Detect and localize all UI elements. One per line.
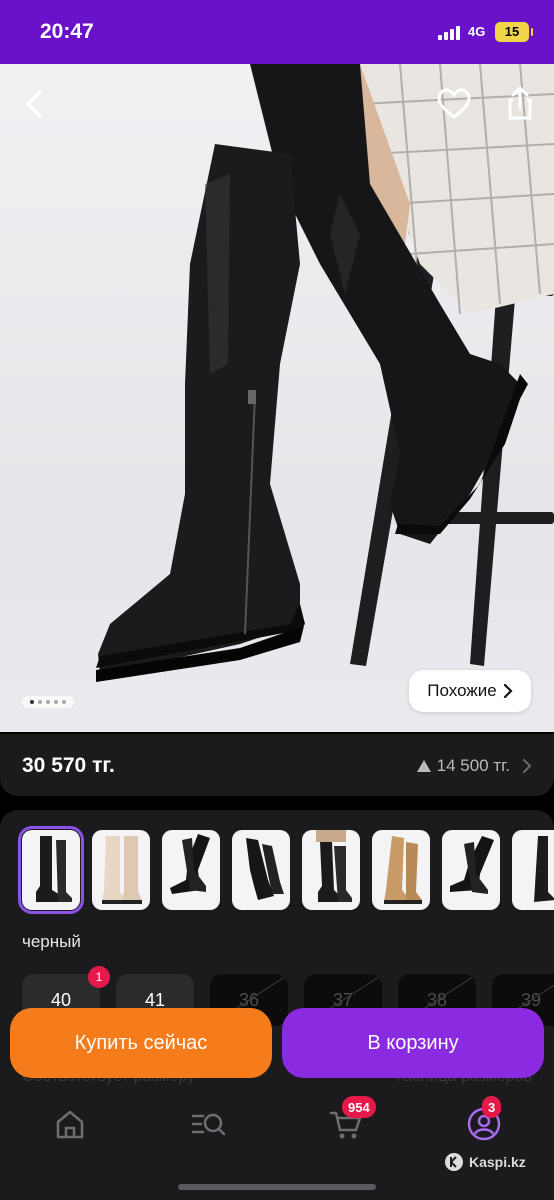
pagination-dot	[62, 700, 66, 704]
chevron-right-icon	[523, 759, 532, 773]
color-thumbnails	[18, 826, 554, 914]
share-icon	[508, 86, 532, 120]
nav-cart[interactable]: 954	[328, 1096, 376, 1142]
similar-label: Похожие	[427, 681, 497, 700]
price-card: 30 570 тг. 14 500 тг.	[0, 734, 554, 796]
image-pagination	[22, 696, 74, 708]
favorite-button[interactable]	[434, 84, 474, 124]
buy-now-button[interactable]: Купить сейчас	[10, 1008, 272, 1078]
product-price: 30 570 тг.	[22, 754, 115, 777]
similar-products-button[interactable]: Похожие	[409, 670, 531, 712]
color-thumbnail[interactable]	[372, 830, 430, 910]
installment-value: 14 500 тг.	[436, 756, 510, 775]
back-button[interactable]	[16, 84, 56, 124]
pagination-dot	[46, 700, 50, 704]
kaspi-watermark: Kaspi.kz	[444, 1152, 526, 1172]
home-indicator	[178, 1184, 376, 1190]
chevron-right-icon	[503, 684, 513, 698]
pagination-dot	[38, 700, 42, 704]
profile-notification-badge: 3	[482, 1096, 502, 1118]
pagination-dot	[54, 700, 58, 704]
color-thumbnail[interactable]	[302, 830, 360, 910]
share-button[interactable]	[500, 84, 540, 124]
size-count-badge: 1	[88, 966, 110, 988]
selected-color-label: черный	[22, 932, 81, 951]
nav-catalog[interactable]	[190, 1106, 226, 1142]
cart-count-badge: 954	[342, 1096, 376, 1118]
add-to-cart-button[interactable]: В корзину	[282, 1008, 544, 1078]
home-icon	[56, 1110, 84, 1139]
nav-home[interactable]	[52, 1106, 88, 1142]
color-thumbnail[interactable]	[18, 826, 84, 914]
boot-photo	[96, 64, 554, 682]
status-time: 20:47	[40, 20, 94, 43]
watermark-text: Kaspi.kz	[469, 1154, 526, 1170]
battery-icon: 15	[495, 22, 533, 42]
product-image[interactable]: Похожие	[0, 64, 554, 732]
pagination-dot	[30, 700, 34, 704]
catalog-search-icon	[191, 1113, 226, 1136]
color-thumbnail[interactable]	[162, 830, 220, 910]
color-thumbnail[interactable]	[512, 830, 554, 910]
color-thumbnail[interactable]	[442, 830, 500, 910]
heart-icon	[437, 88, 471, 119]
nav-profile[interactable]: 3	[466, 1096, 502, 1142]
kaspi-logo-icon	[445, 1153, 463, 1171]
network-type: 4G	[468, 24, 486, 39]
status-bar: 20:47 4G 15	[0, 0, 554, 64]
triangle-up-icon	[416, 760, 431, 772]
color-thumbnail[interactable]	[92, 830, 150, 910]
color-thumbnail[interactable]	[232, 830, 290, 910]
installment-link[interactable]: 14 500 тг.	[416, 756, 532, 776]
chevron-left-icon	[26, 90, 42, 118]
cellular-signal-icon	[438, 26, 464, 40]
